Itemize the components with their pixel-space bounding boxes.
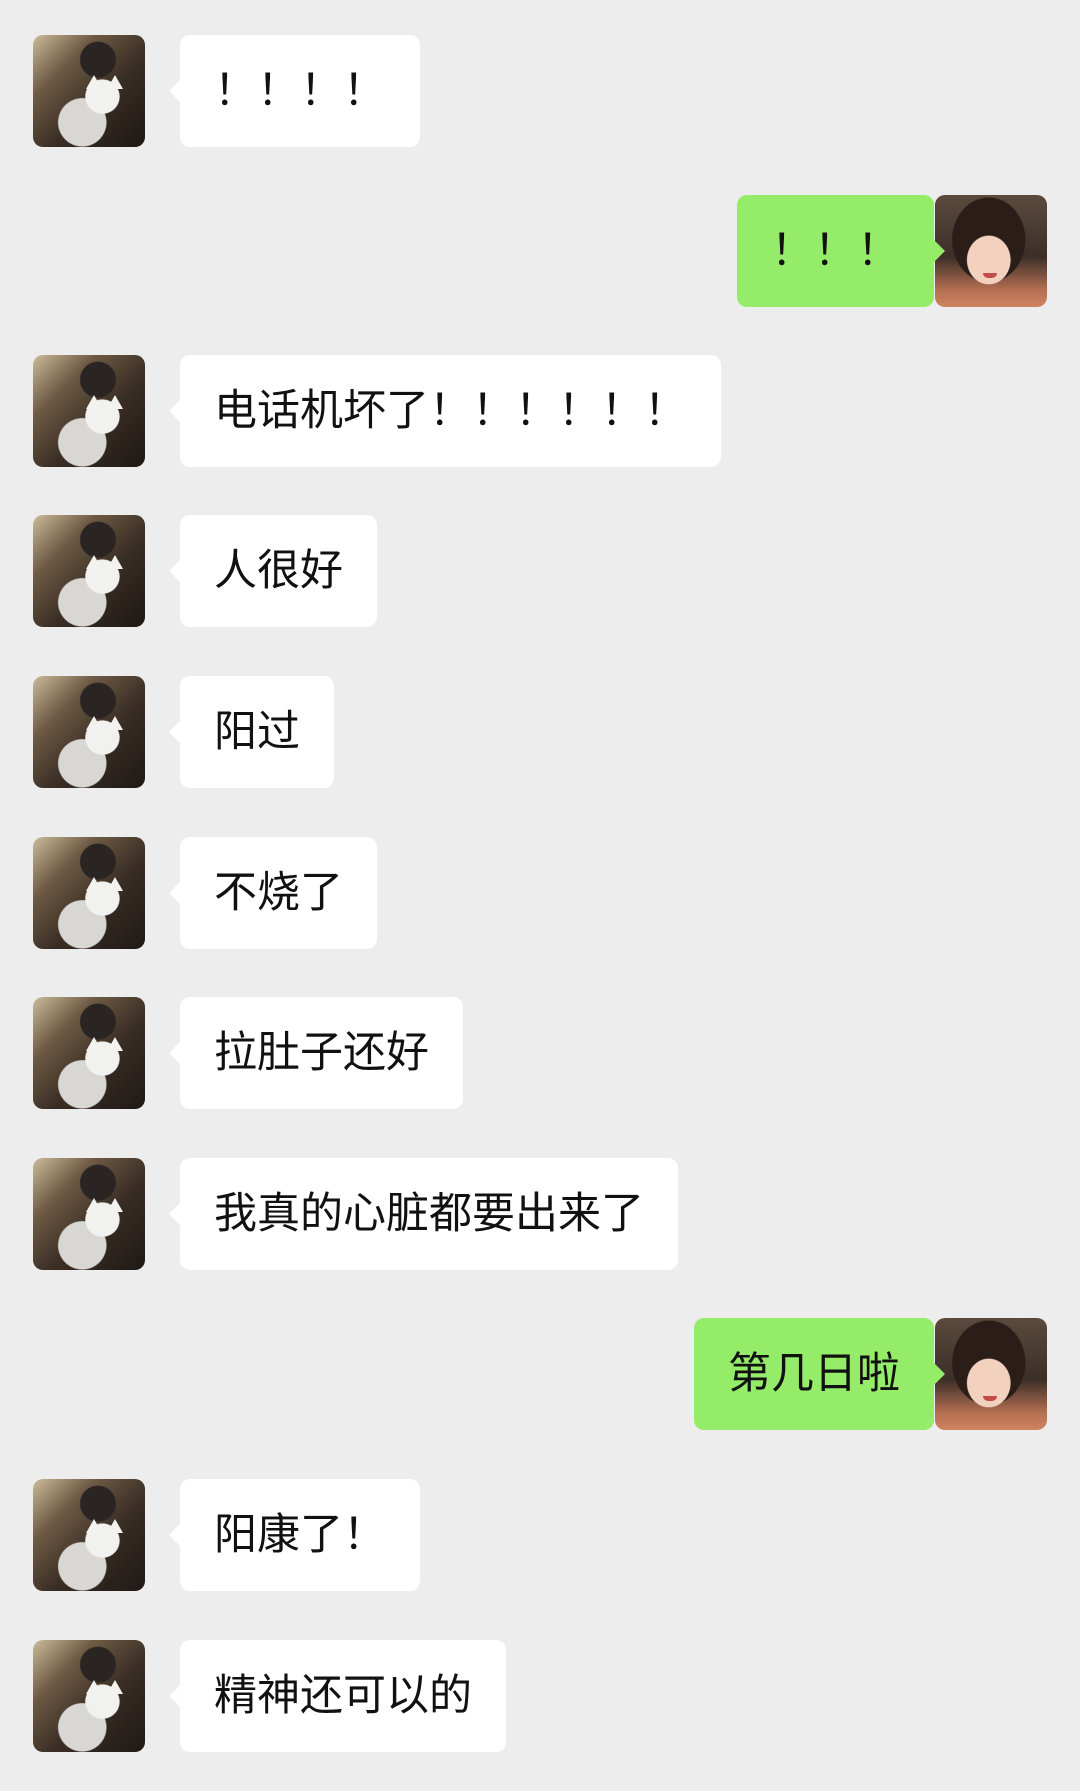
message-bubble[interactable]: 电话机坏了！！！！！！ (169, 355, 721, 467)
message-bubble[interactable]: 阳过 (169, 676, 334, 788)
message-row-incoming: 精神还可以的 (0, 1640, 1080, 1752)
my-avatar[interactable] (935, 1318, 1047, 1430)
message-bubble[interactable]: ！！！！ (169, 35, 420, 147)
message-row-outgoing: 第几日啦 (0, 1318, 1080, 1430)
message-bubble[interactable]: 第几日啦 (694, 1318, 945, 1430)
message-row-incoming: 阳康了！ (0, 1479, 1080, 1591)
message-bubble[interactable]: 精神还可以的 (169, 1640, 506, 1752)
contact-avatar[interactable] (33, 997, 145, 1109)
contact-avatar[interactable] (33, 1479, 145, 1591)
my-avatar[interactable] (935, 195, 1047, 307)
contact-avatar[interactable] (33, 355, 145, 467)
message-row-incoming: 拉肚子还好 (0, 997, 1080, 1109)
message-bubble[interactable]: ！！！ (737, 195, 945, 307)
chat-area[interactable]: ！！！！ ！！！ 电话机坏了！！！！！！ 人很好 阳过 不烧了 拉肚子还好 我真… (0, 0, 1080, 1791)
message-bubble[interactable]: 拉肚子还好 (169, 997, 463, 1109)
message-bubble[interactable]: 我真的心脏都要出来了 (169, 1158, 678, 1270)
message-row-incoming: 电话机坏了！！！！！！ (0, 355, 1080, 467)
contact-avatar[interactable] (33, 515, 145, 627)
message-row-incoming: 阳过 (0, 676, 1080, 788)
message-bubble[interactable]: 阳康了！ (169, 1479, 420, 1591)
message-row-incoming: 不烧了 (0, 837, 1080, 949)
message-row-incoming: 人很好 (0, 515, 1080, 627)
contact-avatar[interactable] (33, 1158, 145, 1270)
message-row-incoming: ！！！！ (0, 35, 1080, 147)
contact-avatar[interactable] (33, 676, 145, 788)
message-bubble[interactable]: 不烧了 (169, 837, 377, 949)
contact-avatar[interactable] (33, 1640, 145, 1752)
message-row-incoming: 我真的心脏都要出来了 (0, 1158, 1080, 1270)
message-row-outgoing: ！！！ (0, 195, 1080, 307)
message-bubble[interactable]: 人很好 (169, 515, 377, 627)
contact-avatar[interactable] (33, 837, 145, 949)
contact-avatar[interactable] (33, 35, 145, 147)
